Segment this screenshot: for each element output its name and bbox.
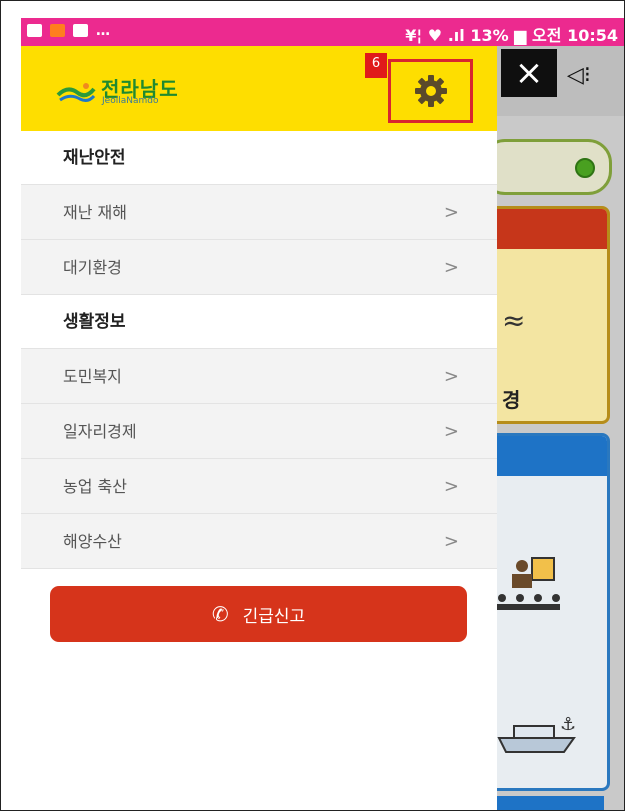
menu-item-air-environment[interactable]: 대기환경 > xyxy=(21,240,497,295)
background-search-pill xyxy=(481,139,612,195)
status-bar: … ¥¦ ♥ .ıl 13% ▆ 오전 10:54 xyxy=(21,18,624,46)
menu-item-label: 대기환경 xyxy=(63,258,122,277)
chevron-right-icon: > xyxy=(443,202,459,223)
section-disaster-safety: 재난안전 xyxy=(21,131,497,185)
speaker-icon[interactable]: ◁⁝ xyxy=(567,63,591,88)
close-drawer-button[interactable]: × xyxy=(501,49,557,97)
emergency-report-label: 긴급신고 xyxy=(242,606,306,627)
section-life-info: 생활정보 xyxy=(21,295,497,349)
logo-mark-icon xyxy=(56,83,96,102)
menu-item-label: 해양수산 xyxy=(63,532,122,551)
status-right-text: ¥¦ ♥ .ıl 13% ▆ 오전 10:54 xyxy=(405,26,618,45)
notification-icons: … xyxy=(27,22,110,39)
svg-text:⚓: ⚓ xyxy=(560,714,576,735)
background-card-info: ⚓ xyxy=(481,433,610,791)
search-dot-icon xyxy=(575,158,595,178)
gear-icon xyxy=(414,75,447,107)
logo-english-text: JeollaNamdo xyxy=(102,96,159,106)
chevron-right-icon: > xyxy=(443,257,459,278)
drawer-header: 전라남도 JeollaNamdo 6 xyxy=(21,46,497,131)
people-illustration xyxy=(496,557,560,610)
menu-item-agriculture[interactable]: 농업 축산 > xyxy=(21,459,497,514)
menu-item-label: 도민복지 xyxy=(63,367,122,386)
app-notification-icon xyxy=(50,24,65,37)
emergency-report-button[interactable]: ✆ 긴급신고 xyxy=(50,586,467,642)
drawer-menu: 재난안전 재난 재해 > 대기환경 > 생활정보 도민복지 > 일자리경제 > … xyxy=(21,131,497,569)
message-notification-icon xyxy=(73,24,88,37)
phone-icon: ✆ xyxy=(211,602,229,626)
wind-icon: ≈ xyxy=(502,304,526,337)
settings-button[interactable] xyxy=(388,59,473,123)
menu-item-welfare[interactable]: 도민복지 > xyxy=(21,349,497,404)
card-header xyxy=(484,436,607,476)
gallery-notification-icon xyxy=(27,24,42,37)
menu-item-marine-fisheries[interactable]: 해양수산 > xyxy=(21,514,497,569)
people-icon xyxy=(494,554,564,622)
navigation-drawer: 전라남도 JeollaNamdo 6 재난안전 재난 재해 > 대기환경 > 생… xyxy=(21,46,497,810)
menu-item-label: 재난 재해 xyxy=(63,203,127,222)
ship-illustration: ⚓ xyxy=(497,714,576,753)
card-label-fragment: 경 xyxy=(502,388,521,412)
chevron-right-icon: > xyxy=(443,366,459,387)
menu-item-label: 일자리경제 xyxy=(63,422,137,441)
more-notifications-indicator: … xyxy=(96,22,110,39)
jeollanamdo-logo[interactable]: 전라남도 JeollaNamdo xyxy=(56,73,206,107)
screen-frame: … ¥¦ ♥ .ıl 13% ▆ 오전 10:54 × ◁⁝ ≈ 경 ⚓ 전라남… xyxy=(0,0,625,811)
menu-item-disaster[interactable]: 재난 재해 > xyxy=(21,185,497,240)
chevron-right-icon: > xyxy=(443,421,459,442)
menu-item-jobs-economy[interactable]: 일자리경제 > xyxy=(21,404,497,459)
card-header xyxy=(484,209,607,249)
step-number-badge: 6 xyxy=(365,53,387,78)
chevron-right-icon: > xyxy=(443,531,459,552)
menu-item-label: 농업 축산 xyxy=(63,477,127,496)
chevron-right-icon: > xyxy=(443,476,459,497)
background-card-air: ≈ 경 xyxy=(481,206,610,424)
ship-icon: ⚓ xyxy=(494,708,584,765)
background-bottom-bar xyxy=(481,796,604,810)
